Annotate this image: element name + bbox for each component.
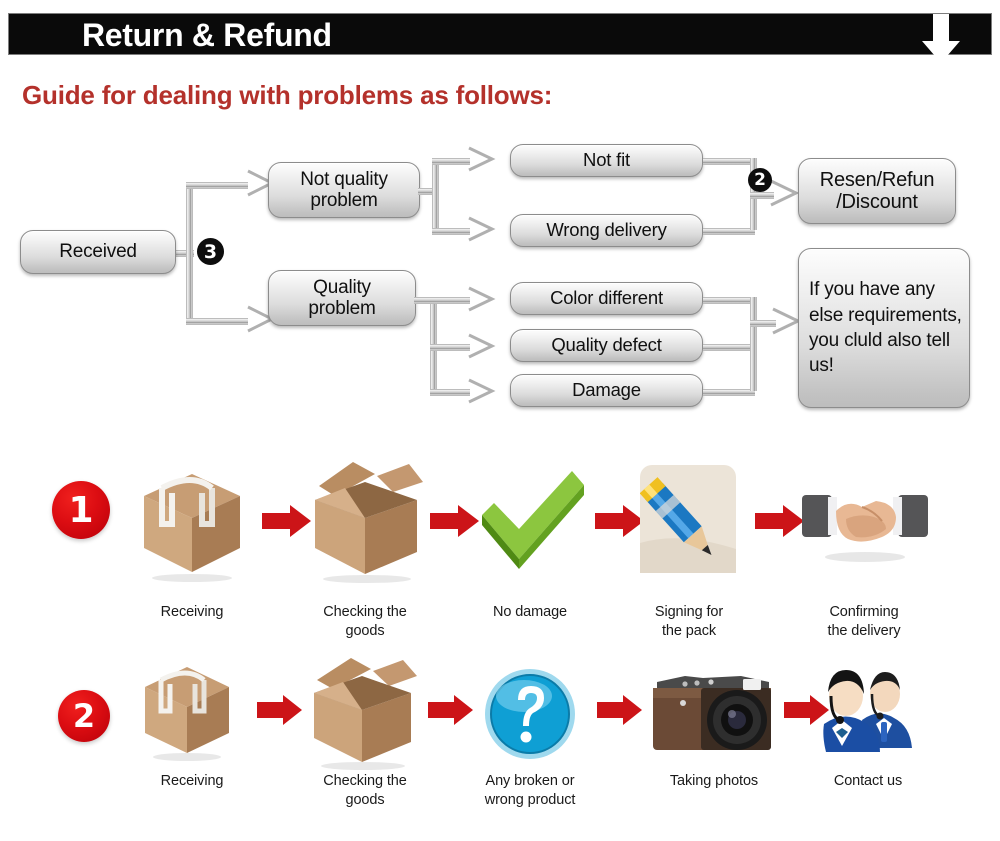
node-any-else-requirements-label: If you have any else requirements, you c… — [809, 279, 962, 377]
step-row1-label-1: Checking the goods — [323, 604, 407, 639]
connector-to-not-quality — [186, 182, 248, 189]
connector-to-quality-defect — [430, 344, 470, 351]
step-row1-badge: 1 — [52, 481, 110, 539]
node-damage-label: Damage — [572, 379, 641, 401]
open-box-icon — [305, 456, 425, 584]
node-color-different[interactable]: Color different — [510, 282, 703, 315]
connector-defect-merge — [703, 344, 755, 351]
connector-color-merge — [703, 297, 755, 304]
red-right-arrow-icon — [595, 504, 645, 543]
step-row1-label-4: Confirming the delivery — [827, 604, 901, 639]
down-arrow-icon — [920, 14, 962, 64]
node-quality-defect[interactable]: Quality defect — [510, 329, 703, 362]
node-quality-problem-label: Quality problem — [308, 276, 376, 319]
step-row2-badge: 2 — [58, 690, 110, 742]
arrowhead-icon — [466, 332, 498, 365]
connector-to-not-fit — [432, 158, 470, 165]
node-wrong-delivery-label: Wrong delivery — [546, 219, 667, 241]
step-row2-label-0: Receiving — [160, 773, 224, 789]
step-row2-label-2: Any broken or wrong product — [484, 773, 576, 808]
node-quality-defect-label: Quality defect — [551, 334, 662, 356]
connector-nq-vertical — [432, 158, 439, 232]
node-received[interactable]: Received — [20, 230, 176, 274]
node-not-quality-problem[interactable]: Not quality problem — [268, 162, 420, 218]
node-any-else-requirements[interactable]: If you have any else requirements, you c… — [798, 248, 970, 408]
connector-split-vertical — [186, 182, 193, 322]
red-right-arrow-icon — [430, 504, 480, 543]
green-check-icon — [477, 463, 587, 573]
node-wrong-delivery[interactable]: Wrong delivery — [510, 214, 703, 247]
closed-box-icon — [140, 657, 234, 761]
red-right-arrow-icon — [428, 694, 474, 731]
arrowhead-icon — [466, 377, 498, 410]
support-agents-icon — [818, 662, 916, 758]
step-row2-label-4: Contact us — [833, 773, 903, 789]
step-row1-label-2: No damage — [492, 604, 568, 620]
connector-to-quality — [186, 318, 248, 325]
connector-notfit-merge — [703, 158, 755, 165]
returns-flowchart: Received 3 Not quality problem Quality p… — [0, 130, 1000, 430]
step-row2-label-1: Checking the goods — [323, 773, 407, 808]
node-not-quality-problem-label: Not quality problem — [300, 168, 388, 211]
node-damage[interactable]: Damage — [510, 374, 703, 407]
page-title: Return & Refund — [82, 17, 332, 53]
node-resend-refund-discount[interactable]: Resen/Refun /Discount — [798, 158, 956, 224]
badge-three: 3 — [197, 238, 224, 265]
badge-two: 2 — [748, 168, 772, 192]
connector-to-color-different — [430, 297, 470, 304]
node-color-different-label: Color different — [550, 287, 663, 309]
arrowhead-icon — [466, 215, 498, 248]
step-row2-label-3: Taking photos — [669, 773, 759, 789]
arrowhead-icon — [466, 285, 498, 318]
node-quality-problem[interactable]: Quality problem — [268, 270, 416, 326]
red-right-arrow-icon — [755, 504, 805, 543]
step-row1-label-3: Signing for the pack — [654, 604, 724, 639]
pencil-signing-icon — [639, 465, 736, 575]
connector-merge-bottom-vertical — [750, 297, 757, 391]
open-box-icon — [305, 652, 419, 770]
red-right-arrow-icon — [257, 694, 303, 731]
closed-box-icon — [138, 462, 246, 582]
handshake-icon — [802, 485, 928, 567]
connector-to-wrong-delivery — [432, 228, 470, 235]
node-received-label: Received — [59, 241, 137, 263]
red-right-arrow-icon — [597, 694, 643, 731]
guide-heading: Guide for dealing with problems as follo… — [22, 80, 553, 110]
connector-damage-merge — [703, 389, 755, 396]
arrowhead-icon — [466, 145, 498, 178]
camera-icon — [645, 668, 779, 760]
question-mark-icon — [484, 668, 576, 760]
node-not-fit[interactable]: Not fit — [510, 144, 703, 177]
step-row1-label-0: Receiving — [160, 604, 224, 620]
node-resend-refund-discount-label: Resen/Refun /Discount — [819, 168, 935, 213]
connector-to-damage — [430, 389, 470, 396]
arrowhead-icon — [768, 178, 802, 213]
connector-wrongdel-merge — [703, 228, 755, 235]
node-not-fit-label: Not fit — [583, 149, 630, 171]
